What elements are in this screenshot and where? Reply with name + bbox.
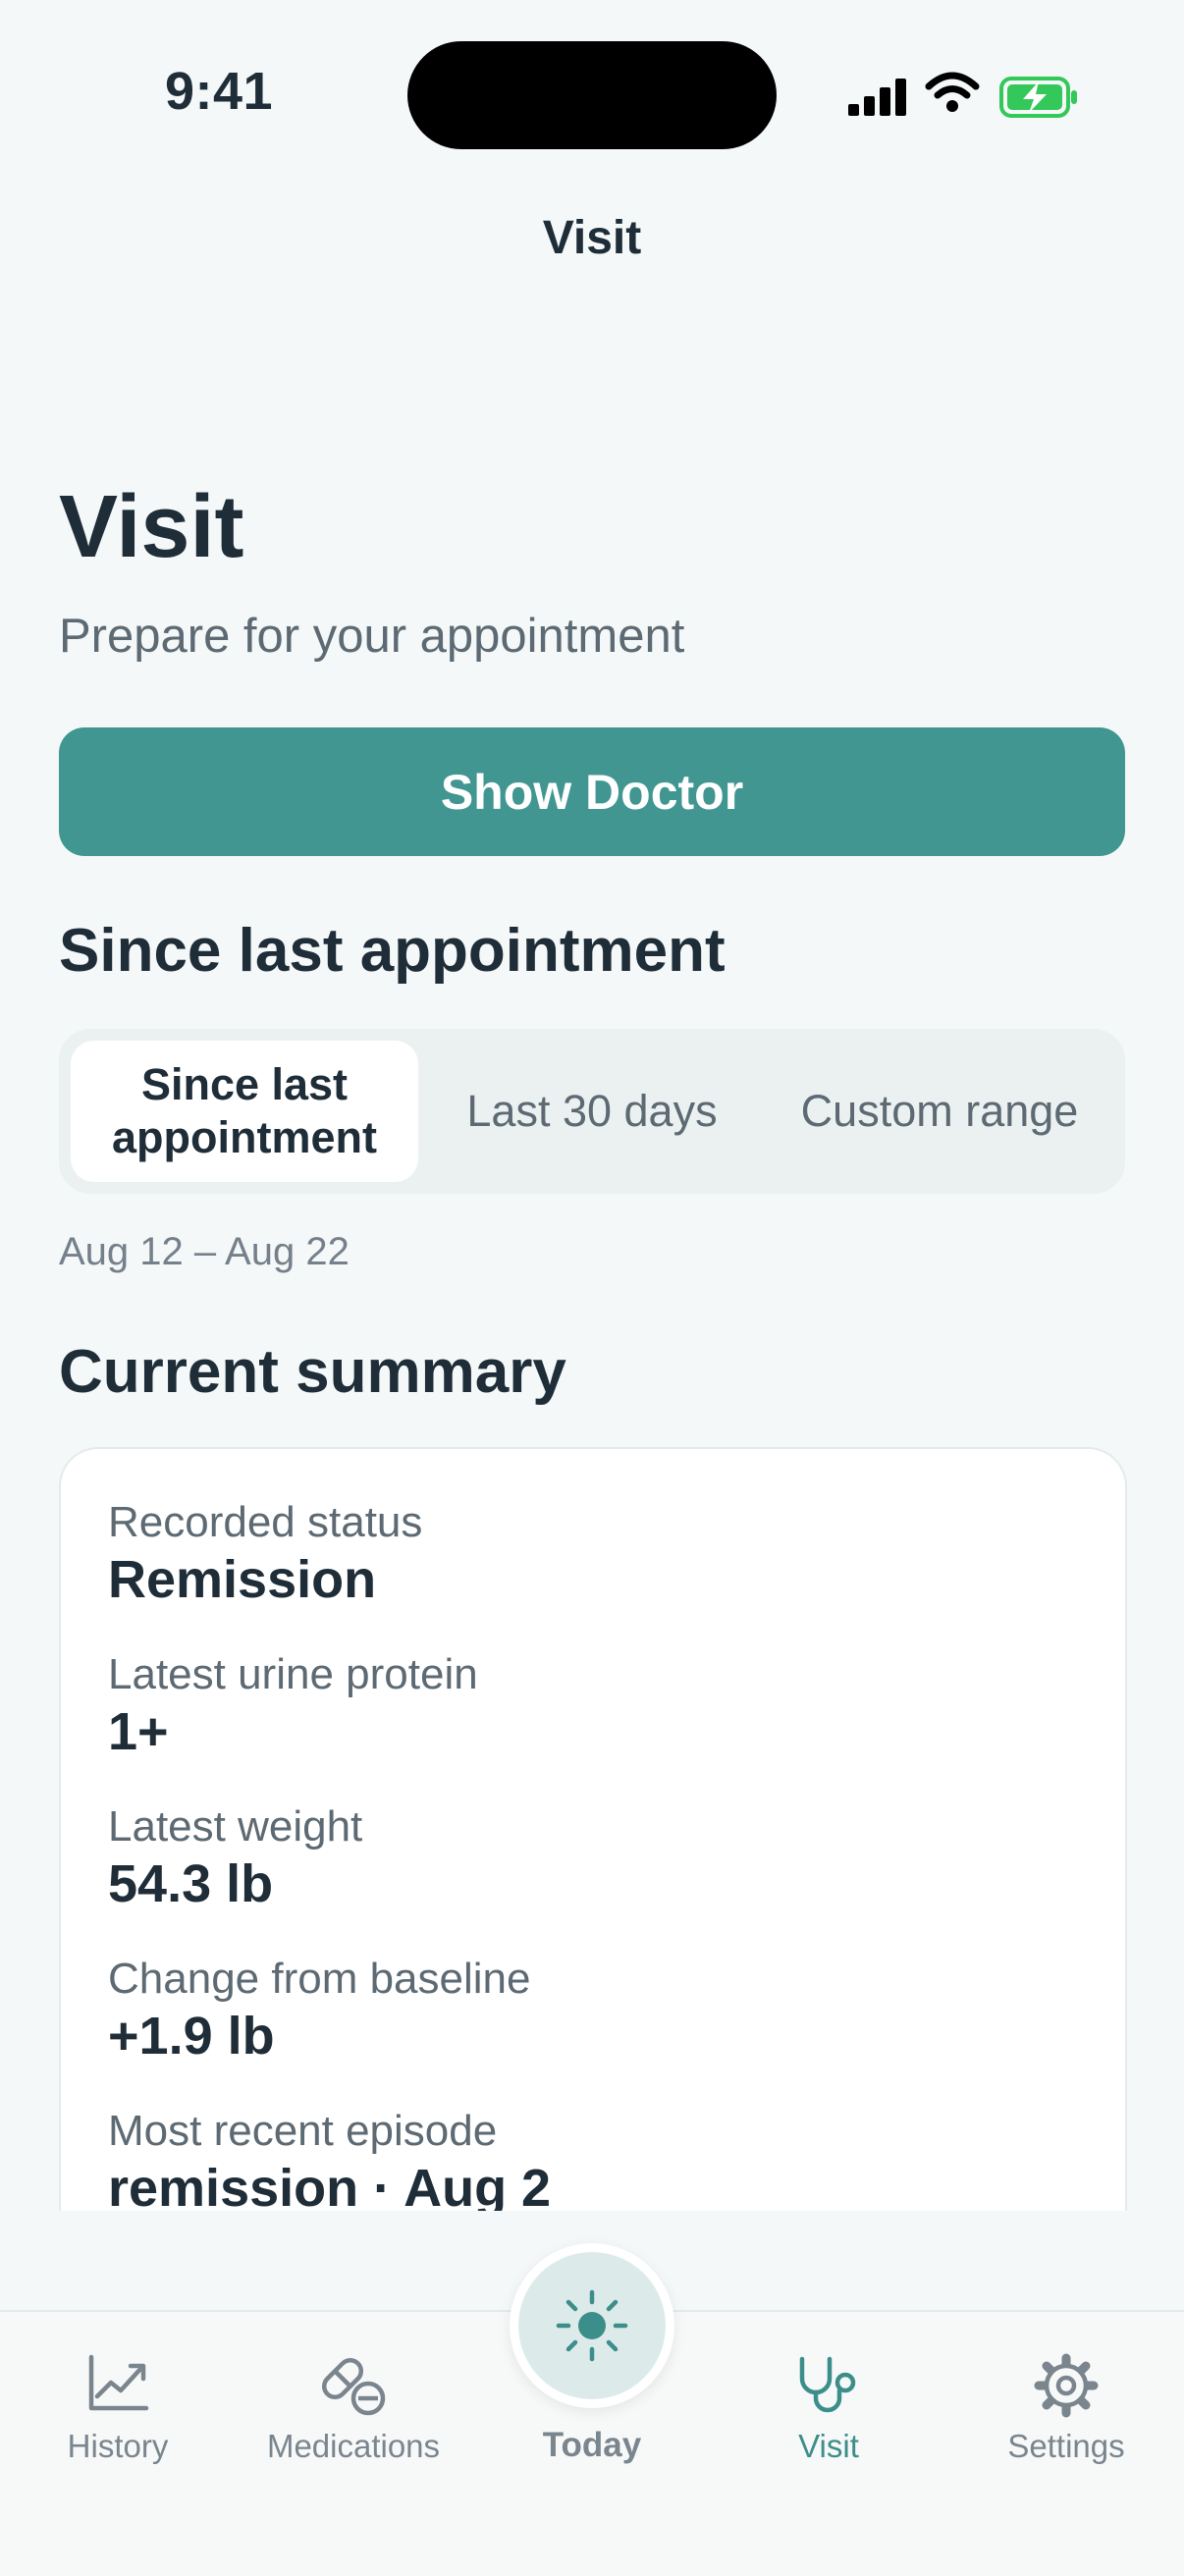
show-doctor-button[interactable]: Show Doctor xyxy=(59,727,1125,856)
tab-visit[interactable]: Visit xyxy=(711,2312,946,2479)
range-section-title: Since last appointment xyxy=(59,917,726,985)
stethoscope-icon xyxy=(799,2356,856,2413)
summary-row-baseline-change: Change from baseline +1.9 lb xyxy=(108,1953,530,2066)
summary-value: 1+ xyxy=(108,1702,169,1761)
dynamic-island xyxy=(407,41,777,149)
battery-charging-icon xyxy=(999,77,1077,118)
summary-card: Recorded status Remission Latest urine p… xyxy=(59,1447,1127,2211)
tab-label-today: Today xyxy=(542,2426,642,2464)
tab-medications[interactable]: Medications xyxy=(236,2312,471,2479)
today-button-inner xyxy=(518,2252,666,2399)
date-range-text: Aug 12 – Aug 22 xyxy=(59,1230,350,1273)
segment-since-last-appointment[interactable]: Since last appointment xyxy=(71,1041,418,1182)
chart-line-icon xyxy=(88,2354,149,2411)
summary-label: Latest weight xyxy=(108,1802,363,1851)
summary-section-title: Current summary xyxy=(59,1338,566,1406)
summary-label: Change from baseline xyxy=(108,1955,531,2003)
summary-row-status: Recorded status Remission xyxy=(108,1496,422,1610)
tab-label: Visit xyxy=(798,2428,859,2464)
tab-today-button[interactable] xyxy=(510,2243,674,2408)
status-bar: 9:41 xyxy=(0,0,1184,187)
summary-value: 54.3 lb xyxy=(108,1854,274,1913)
cellular-signal-icon xyxy=(848,79,906,116)
segment-label: Since last appointment xyxy=(112,1059,377,1162)
segment-label: Last 30 days xyxy=(466,1086,718,1136)
pills-icon xyxy=(321,2357,386,2416)
tab-history[interactable]: History xyxy=(0,2312,236,2479)
segment-custom-range[interactable]: Custom range xyxy=(766,1041,1113,1182)
summary-value: remission · Aug 2 xyxy=(108,2159,552,2211)
page-subtitle: Prepare for your appointment xyxy=(59,610,685,663)
segment-label: Custom range xyxy=(800,1086,1079,1136)
summary-value: Remission xyxy=(108,1550,377,1609)
segment-last-30-days[interactable]: Last 30 days xyxy=(418,1041,766,1182)
gear-icon xyxy=(1034,2353,1099,2418)
status-time: 9:41 xyxy=(165,62,274,121)
tab-settings[interactable]: Settings xyxy=(948,2312,1184,2479)
page-title: Visit xyxy=(59,478,244,576)
summary-row-urine-protein: Latest urine protein 1+ xyxy=(108,1648,478,1762)
tab-label: History xyxy=(67,2428,169,2464)
date-range-segmented-control: Since last appointment Last 30 days Cust… xyxy=(59,1029,1125,1194)
summary-row-recent-episode: Most recent episode remission · Aug 2 xyxy=(108,2105,551,2211)
nav-title: Visit xyxy=(542,212,642,264)
summary-label: Most recent episode xyxy=(108,2107,498,2155)
tab-label: Settings xyxy=(1007,2428,1125,2464)
summary-row-weight: Latest weight 54.3 lb xyxy=(108,1800,362,1914)
tab-label: Medications xyxy=(266,2428,441,2464)
sun-icon xyxy=(556,2289,628,2362)
summary-label: Recorded status xyxy=(108,1498,423,1546)
summary-label: Latest urine protein xyxy=(108,1650,478,1698)
wifi-icon xyxy=(925,72,980,112)
summary-value: +1.9 lb xyxy=(108,2007,275,2066)
